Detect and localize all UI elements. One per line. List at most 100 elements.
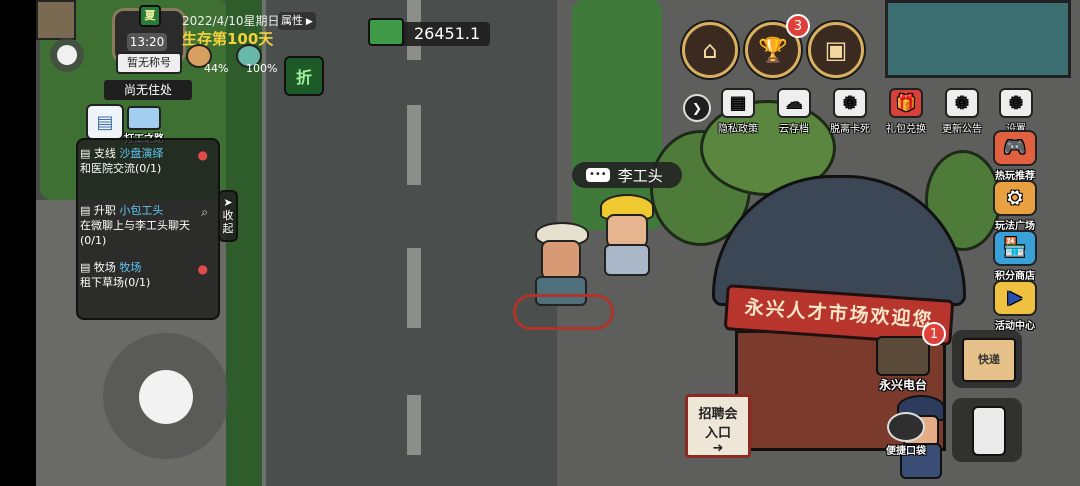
side-hot-games[interactable]: 🎮 热玩推荐 [985,130,1045,182]
task-location: 牧场 [119,261,142,274]
circle-icon [57,45,77,65]
chevron-right-icon: ❯ [691,101,703,115]
phone-button[interactable] [952,398,1022,462]
hot-game-icon: 🎮 [993,130,1037,166]
convenience-pocket-button[interactable]: 便捷口袋 [876,412,936,457]
location-pin-icon[interactable]: ● [198,262,208,277]
convenience-label: 便捷口袋 [886,446,926,457]
task-item-promotion[interactable]: ▤ 升职 小包工头 在微聊上与李工头聊天(0/1) ⌕ [80,203,214,248]
task-icon: ▤ [80,147,91,160]
discount-button[interactable]: 折 [284,56,324,96]
chevron-right-icon: ▶ [303,17,313,27]
task-location: 小包工头 [119,204,164,217]
menu-unstuck[interactable]: ⚙ 脱离卡死 [824,88,876,135]
job-fair-sign[interactable]: 招聘会 入口 ➜ [685,394,751,458]
game-screen: 永兴人才市场欢迎您 招聘会 入口 ➜ ••• 李工头 夏 13:20 2022/… [0,0,1080,486]
joystick-knob[interactable] [139,370,193,424]
npc-body [604,244,650,276]
pocket-icon [887,412,925,442]
arrow-left-icon: ➤ [223,196,233,209]
yongxing-radio-button[interactable]: 永兴电台 [870,336,936,393]
game-date: 2022/4/10星期日 [182,14,280,28]
unstuck-icon: ⚙ [833,88,867,118]
season-icon: 夏 [139,5,161,27]
arrow-right-icon: ➜ [712,441,724,456]
map-building-tile [36,0,76,40]
work-path-icon [127,106,161,130]
menu-label: 礼包兑换 [886,124,926,135]
location-pin-icon[interactable]: ● [198,148,208,163]
menu-label: 隐私政策 [718,124,758,135]
lane-marking [407,395,421,455]
trophy-icon: 🏆 [758,36,788,64]
event-center-icon: ▶ [993,280,1037,316]
npc-face [606,214,648,248]
menu-toggle-button[interactable] [50,38,84,72]
task-type: 牧场 [93,261,116,274]
task-description: 和医院交流(0/1) [80,162,162,175]
task-icon: ▤ [80,204,91,217]
health-value: 100% [246,62,278,75]
points-shop-icon: 🏪 [993,230,1037,266]
collapse-label: 收起 [222,209,234,235]
lane-marking [407,248,421,328]
building [885,0,1071,78]
radio-badge: 1 [922,322,946,346]
cloud-save-icon: ☁ [777,88,811,118]
search-icon[interactable]: ⌕ [201,205,208,220]
task-type: 支线 [93,147,116,160]
cash-icon [368,18,404,46]
menu-privacy[interactable]: ▤ 隐私政策 [712,88,764,135]
menu-label: 云存档 [779,124,809,135]
gift-icon: 🎁 [889,88,923,118]
menu-label: 脱离卡死 [830,124,870,135]
menu-label: 更新公告 [942,124,982,135]
expand-menu-button[interactable]: ❯ [683,94,711,122]
player-character[interactable] [513,222,614,330]
tv-radio-icon [876,336,930,376]
chat-bubble-icon: ••• [586,168,610,182]
announcement-icon: ⚙ [945,88,979,118]
task-type: 升职 [93,204,116,217]
money-value: 26451.1 [414,24,481,43]
lane-marking [407,105,421,185]
hunger-value: 44% [204,62,229,75]
radio-label: 永兴电台 [878,378,927,392]
plaza-icon: ⛭ [993,180,1037,216]
menu-cloud-save[interactable]: ☁ 云存档 [768,88,820,135]
discount-label: 折 [295,68,312,87]
task-icon: ▤ [80,261,91,274]
bicycle-icon [513,294,614,330]
delivery-box-button[interactable]: 快递 [952,330,1022,388]
npc-li-foreman[interactable] [598,190,654,280]
collapse-tasks-button[interactable]: ➤ 收起 [218,190,238,242]
residence-status[interactable]: 尚无住处 [104,80,192,100]
menu-gift-redeem[interactable]: 🎁 礼包兑换 [880,88,932,135]
game-time: 13:20 [127,33,167,51]
map-icon: ⌂ [702,36,718,64]
package-icon: 快递 [962,338,1016,382]
money-panel[interactable]: 26451.1 [368,18,490,46]
player-title[interactable]: 暂无称号 [116,52,182,74]
document-icon: ▤ [721,88,755,118]
trophy-badge: 3 [786,14,810,38]
backpack-icon: ▣ [824,36,848,64]
side-event-center[interactable]: ▶ 活动中心 [985,280,1045,332]
attributes-button[interactable]: 属性 ▶ [278,12,316,30]
task-description: 在微聊上与李工头聊天(0/1) [80,219,190,247]
npc-name: 李工头 [617,166,663,185]
task-description: 租下草场(0/1) [80,276,151,289]
settings-gear-icon: ⚙ [999,88,1033,118]
menu-announcement[interactable]: ⚙ 更新公告 [936,88,988,135]
npc-name-bubble[interactable]: ••• 李工头 [572,162,682,188]
side-points-shop[interactable]: 🏪 积分商店 [985,230,1045,282]
sign-entrance: 入口 [704,426,731,441]
player-face [541,240,581,280]
menu-settings[interactable]: ⚙ 设置 [990,88,1042,135]
side-plaza[interactable]: ⛭ 玩法广场 [985,180,1045,232]
map-button[interactable]: ⌂ [682,22,738,78]
task-item-ranch[interactable]: ▤ 牧场 牧场 租下草场(0/1) ● [80,260,214,290]
backpack-button[interactable]: ▣ [808,22,864,78]
clipboard-icon[interactable]: ▤ [86,104,124,140]
task-item-branch[interactable]: ▤ 支线 沙盘演绎 和医院交流(0/1) ● [80,146,214,176]
